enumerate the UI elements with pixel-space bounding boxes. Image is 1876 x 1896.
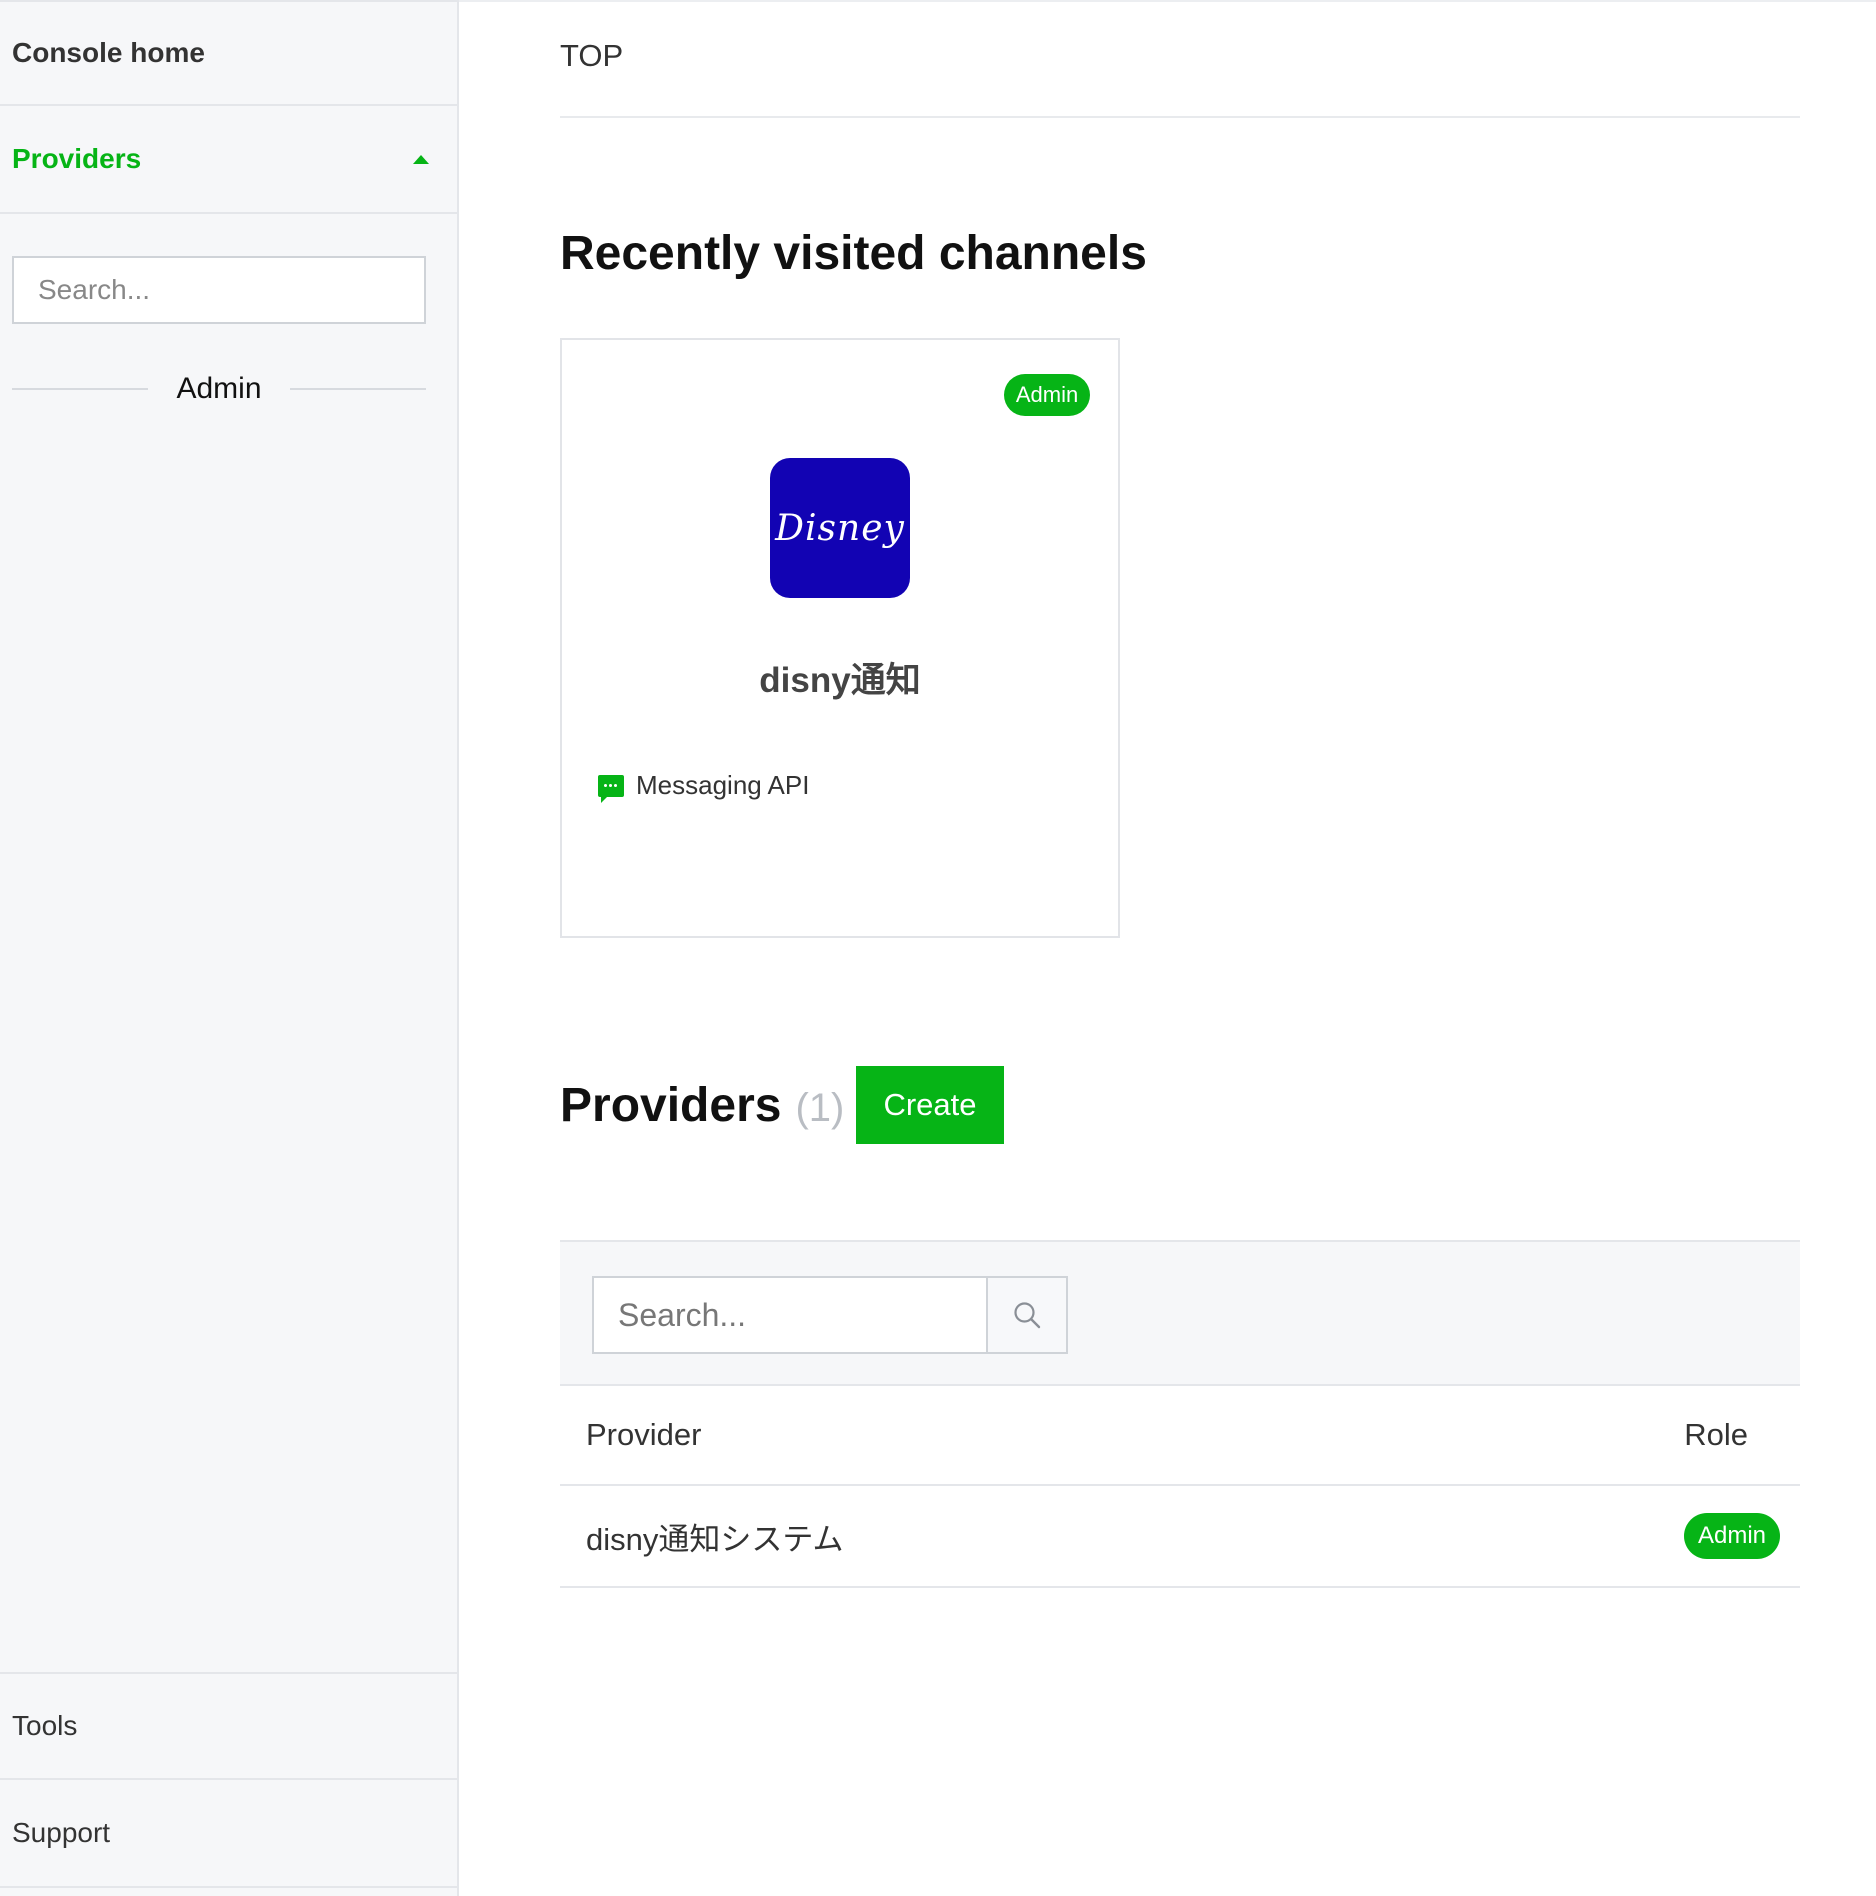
search-button[interactable] [986,1276,1068,1354]
table-filter-bar [560,1240,1800,1386]
providers-heading: Providers (1) [560,1078,844,1133]
channel-icon-logo: Disney [775,507,905,549]
divider-line-left [12,388,149,390]
support-label: Support [12,1817,111,1848]
provider-name[interactable]: disny通知システム [586,1514,843,1559]
provider-search-input[interactable] [592,1276,986,1354]
channel-type-label: Messaging API [636,770,810,800]
sidebar-search-input[interactable] [12,256,426,324]
sidebar-section-divider: Admin [12,366,427,412]
sidebar-item-tools[interactable]: Tools [0,1672,457,1780]
providers-label: Providers [12,143,142,174]
sidebar-item-console-home[interactable]: Console home [0,0,457,106]
table-row[interactable]: disny通知システム Admin [560,1486,1800,1588]
top-border [459,0,1876,2]
divider-line-right [289,388,427,390]
sidebar-item-providers[interactable]: Providers [0,106,457,214]
sidebar-item-support[interactable]: Support [0,1780,457,1888]
caret-up-icon[interactable] [413,154,429,164]
providers-title: Providers [560,1079,782,1132]
channel-icon: Disney [770,458,910,598]
role-badge: Admin [1004,374,1090,416]
console-home-label: Console home [12,37,205,68]
sidebar-section-label: Admin [176,372,262,405]
breadcrumb-top[interactable]: TOP [560,38,623,73]
breadcrumb[interactable]: TOP [560,38,623,74]
table-header: Provider Role [560,1386,1800,1486]
sidebar: Console home Providers Admin Tools Suppo… [0,0,459,1896]
channel-type: Messaging API [598,770,810,803]
breadcrumb-divider [560,116,1800,118]
magnifier-icon [1014,1302,1041,1329]
tools-label: Tools [12,1710,78,1741]
channel-card[interactable]: Admin Disney Messaging API [560,338,1120,938]
providers-table: Provider Role disny通知システム Admin [560,1240,1800,1588]
channel-name[interactable]: disny通知 [560,652,1120,703]
column-header-role[interactable]: Role [1684,1417,1748,1453]
recent-channels-title: Recently visited channels [560,227,1147,280]
chat-bubble-icon [598,774,624,803]
providers-count: (1) [795,1086,845,1130]
column-header-provider[interactable]: Provider [586,1417,701,1453]
role-badge: Admin [1683,1513,1780,1559]
create-provider-button[interactable]: Create [856,1066,1004,1144]
